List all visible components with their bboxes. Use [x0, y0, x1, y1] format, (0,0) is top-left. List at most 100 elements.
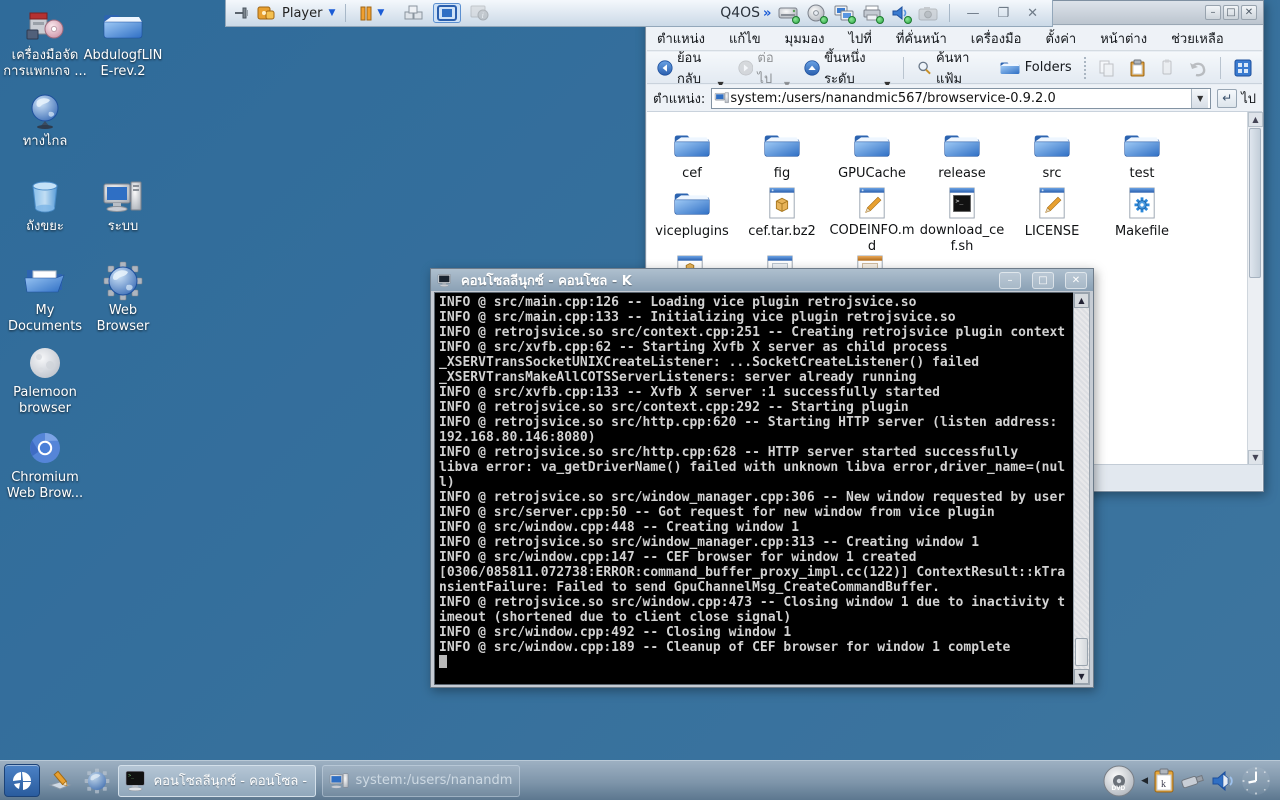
desktop-icon-package-manager[interactable]: เครื่องมือจัดการแพกเกจ ...	[3, 6, 87, 80]
desktop-icon-system[interactable]: ระบบ	[81, 177, 165, 235]
file-item[interactable]: release	[917, 124, 1007, 182]
desktop-icon-remote[interactable]: ทางไกล	[3, 92, 87, 150]
volume-tray-icon[interactable]	[1211, 770, 1235, 792]
forward-button[interactable]: ต่อไป▼	[734, 45, 794, 91]
maximize-button[interactable]: □	[1223, 5, 1239, 20]
taskbar-task-filemanager[interactable]: system:/users/nanandmic56	[322, 765, 520, 797]
cdrom-tray-icon[interactable]	[805, 3, 827, 23]
minimize-button[interactable]: –	[999, 272, 1021, 289]
undo-arrow-icon	[1188, 59, 1207, 77]
location-dropdown-button[interactable]: ▼	[1191, 89, 1208, 108]
start-menu-button[interactable]	[4, 764, 40, 797]
desktop-icon-label: ทางไกล	[3, 134, 87, 150]
system-tray: DVD ◀ k	[1102, 764, 1276, 798]
panel-minimize-button[interactable]: —	[960, 6, 985, 21]
file-item[interactable]: Makefile	[1097, 182, 1187, 255]
usb-device-tray-icon[interactable]	[1180, 772, 1206, 790]
fullscreen-button[interactable]	[433, 3, 461, 23]
pin-icon[interactable]	[234, 6, 250, 20]
console-scrollbar[interactable]: ▲ ▼	[1073, 292, 1090, 685]
scroll-down-arrow[interactable]: ▼	[1074, 669, 1089, 684]
terminal-screen[interactable]: INFO @ src/main.cpp:126 -- Loading vice …	[434, 292, 1075, 685]
pause-icon	[359, 6, 373, 21]
desktop-icon-label: Chromium Web Brow...	[3, 470, 87, 502]
file-item[interactable]: cef.tar.bz2	[737, 182, 827, 255]
file-item[interactable]: cef	[647, 124, 737, 182]
folders-button[interactable]: Folders	[995, 57, 1076, 79]
icon-view-button[interactable]	[1230, 57, 1256, 79]
info-button[interactable]: i	[467, 4, 493, 22]
desktop-icon-web-browser[interactable]: Web Browser	[81, 261, 165, 335]
up-arrow-icon	[804, 58, 820, 78]
player-plugin-icon[interactable]	[256, 4, 276, 22]
chromium-icon	[23, 428, 67, 468]
klipper-tray-icon[interactable]: k	[1153, 768, 1175, 794]
close-button[interactable]: ✕	[1241, 5, 1257, 20]
cut-button[interactable]	[1156, 57, 1178, 79]
menu-window[interactable]: หน้าต่าง	[1100, 28, 1147, 49]
scroll-up-arrow[interactable]: ▲	[1248, 112, 1263, 127]
paste-button[interactable]	[1125, 57, 1150, 79]
file-item[interactable]: GPUCache	[827, 124, 917, 182]
panel-close-button[interactable]: ✕	[1021, 6, 1044, 21]
close-button[interactable]: ✕	[1065, 272, 1087, 289]
desktop-icon-trash[interactable]: ถังขยะ	[3, 177, 87, 235]
system-icon	[329, 770, 350, 792]
undo-button[interactable]	[1184, 57, 1211, 79]
forward-arrow-icon	[738, 58, 754, 78]
folder-icon	[1097, 126, 1187, 162]
scroll-down-arrow[interactable]: ▼	[1248, 450, 1263, 465]
displays-tray-icon[interactable]	[833, 3, 855, 23]
back-button[interactable]: ย้อนกลับ▼	[653, 45, 728, 91]
minimize-button[interactable]: –	[1205, 5, 1221, 20]
file-item[interactable]: CODEINFO.md	[827, 182, 917, 255]
quicklaunch-notes-button[interactable]	[46, 766, 76, 796]
storage-device-tray-icon[interactable]	[777, 3, 799, 23]
desktop-icon-chromium[interactable]: Chromium Web Brow...	[3, 428, 87, 502]
taskbar-task-console[interactable]: >_ คอนโซลลีนุกซ์ - คอนโซล - K	[118, 765, 316, 797]
tray-collapse-icon[interactable]: ◀	[1141, 776, 1148, 786]
scrollbar-thumb[interactable]	[1249, 128, 1261, 278]
scroll-up-arrow[interactable]: ▲	[1074, 293, 1089, 308]
package-manager-icon	[23, 6, 67, 46]
go-button[interactable]: ↵ ไป	[1217, 88, 1256, 109]
camera-tray-icon[interactable]	[917, 3, 939, 23]
maximize-button[interactable]: □	[1032, 272, 1054, 289]
desktop-icon-palemoon[interactable]: Palemoon browser	[3, 343, 87, 417]
file-item[interactable]: viceplugins	[647, 182, 737, 255]
console-titlebar[interactable]: คอนโซลลีนุกซ์ - คอนโซล - K – □ ✕	[431, 269, 1093, 291]
file-item[interactable]: LICENSE	[1007, 182, 1097, 255]
panel-restore-button[interactable]: ❐	[991, 6, 1015, 21]
copy-button[interactable]	[1094, 57, 1119, 79]
folder-icon	[647, 126, 737, 162]
taskbar: >_ คอนโซลลีนุกซ์ - คอนโซล - K system:/us…	[0, 760, 1280, 800]
printer-tray-icon[interactable]	[861, 3, 883, 23]
player-menu[interactable]: Player	[282, 6, 322, 21]
tile-windows-button[interactable]	[401, 4, 427, 22]
archive-file-icon	[737, 184, 827, 220]
menu-help[interactable]: ช่วยเหลือ	[1171, 28, 1224, 49]
up-button[interactable]: ขึ้นหนึ่งระดับ▼	[800, 45, 894, 91]
desktop-icon-my-documents[interactable]: My Documents	[3, 261, 87, 335]
file-manager-scrollbar[interactable]: ▲ ▼	[1247, 112, 1262, 465]
find-file-button[interactable]: ค้นหาแฟ้ม	[913, 45, 989, 91]
file-item[interactable]: fig	[737, 124, 827, 182]
quicklaunch-browser-button[interactable]	[82, 766, 112, 796]
file-item[interactable]: test	[1097, 124, 1187, 182]
desktop-icon-label: เครื่องมือจัดการแพกเกจ ...	[3, 48, 87, 80]
paste-icon	[1129, 59, 1146, 77]
desktop-icon-abdulog-folder[interactable]: AbdulogfLINE-rev.2	[81, 6, 165, 80]
terminal-cursor	[439, 655, 447, 668]
pause-button[interactable]: ▼	[356, 5, 387, 22]
file-item[interactable]: src	[1007, 124, 1097, 182]
dvd-tray-icon[interactable]: DVD	[1102, 764, 1136, 798]
file-item[interactable]: >_ download_cef.sh	[917, 182, 1007, 255]
player-caret-icon[interactable]: ▼	[328, 8, 335, 18]
location-input[interactable]	[730, 91, 1191, 106]
scrollbar-thumb[interactable]	[1075, 638, 1088, 666]
menu-settings[interactable]: ตั้งค่า	[1045, 28, 1076, 49]
info-icon: i	[470, 5, 490, 21]
audio-tray-icon[interactable]	[889, 3, 911, 23]
panel-expand-icon[interactable]: »	[763, 6, 771, 21]
clock[interactable]	[1240, 765, 1272, 797]
